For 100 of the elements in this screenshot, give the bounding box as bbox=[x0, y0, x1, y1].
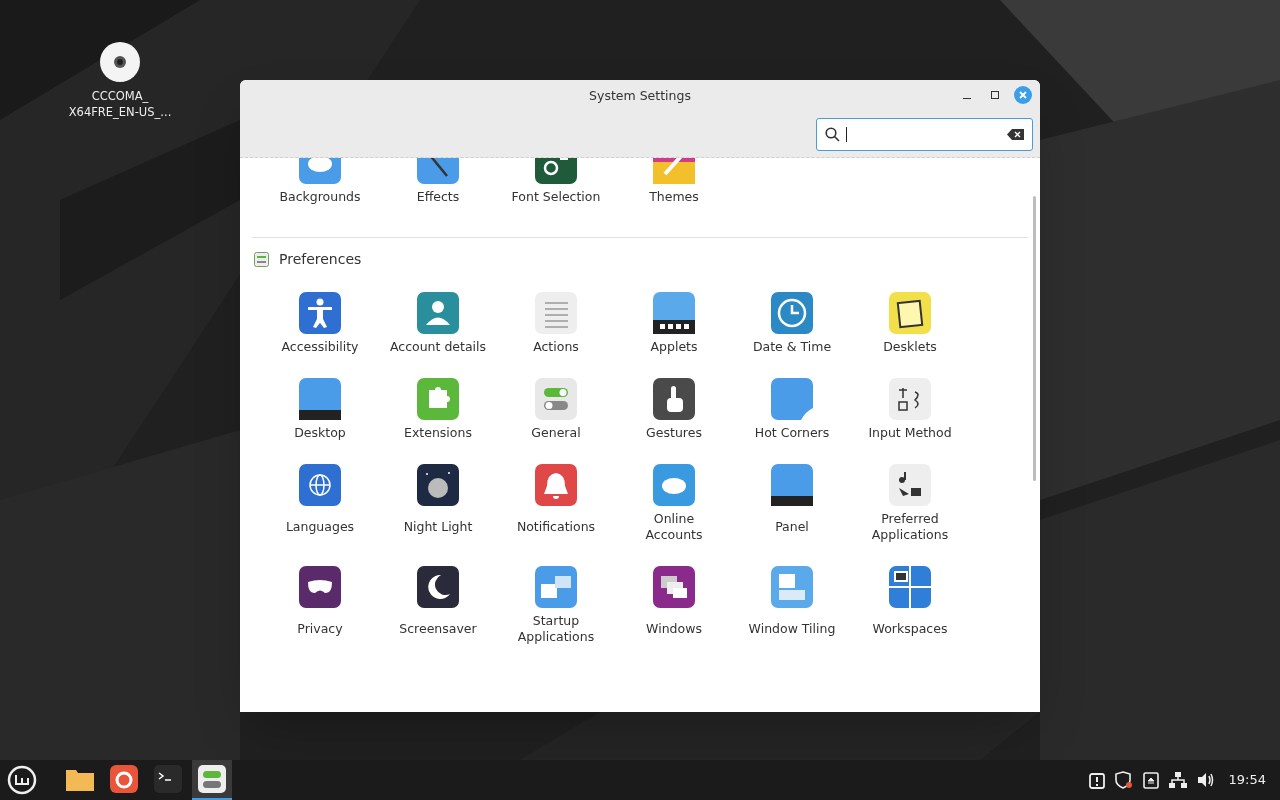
item-label: Account details bbox=[389, 339, 487, 355]
section-title: Preferences bbox=[279, 250, 362, 269]
settings-item[interactable]: Applets bbox=[615, 292, 733, 355]
list-icon bbox=[535, 292, 577, 334]
network-icon[interactable] bbox=[1168, 772, 1187, 788]
settings-item[interactable]: Night Light bbox=[379, 464, 497, 543]
settings-item[interactable]: Screensaver bbox=[379, 566, 497, 645]
user-icon bbox=[417, 292, 459, 334]
item-label: Online Accounts bbox=[645, 511, 703, 543]
settings-item[interactable]: Themes bbox=[615, 158, 733, 205]
clear-icon[interactable] bbox=[1007, 129, 1024, 140]
note-icon bbox=[889, 292, 931, 334]
settings-item[interactable]: Desktop bbox=[261, 378, 379, 441]
corner-icon bbox=[771, 378, 813, 420]
item-label: Extensions bbox=[404, 425, 472, 441]
settings-item[interactable]: Windows bbox=[615, 566, 733, 645]
settings-item[interactable]: Backgrounds bbox=[261, 158, 379, 205]
item-label: Privacy bbox=[297, 621, 343, 637]
terminal-icon bbox=[154, 765, 182, 793]
item-label: General bbox=[531, 425, 581, 441]
settings-item[interactable]: Languages bbox=[261, 464, 379, 543]
settings-item[interactable]: Effects bbox=[379, 158, 497, 205]
item-label: Languages bbox=[285, 519, 355, 535]
browser-icon bbox=[110, 765, 138, 793]
text-cursor bbox=[846, 127, 847, 142]
settings-item[interactable]: Gestures bbox=[615, 378, 733, 441]
volume-icon[interactable] bbox=[1196, 772, 1215, 788]
toggle-icon bbox=[535, 378, 577, 420]
windows-icon bbox=[535, 566, 577, 608]
item-label: Input Method bbox=[868, 425, 952, 441]
settings-item[interactable]: Notifications bbox=[497, 464, 615, 543]
settings-item[interactable]: Online Accounts bbox=[615, 464, 733, 543]
settings-item[interactable]: Font Selection bbox=[497, 158, 615, 205]
wand-icon bbox=[417, 158, 459, 184]
accessibility-icon bbox=[299, 292, 341, 334]
taskbar-app[interactable] bbox=[192, 760, 232, 800]
search-icon bbox=[825, 127, 840, 142]
settings-item[interactable]: Preferred Applications bbox=[851, 464, 969, 543]
item-label: Desklets bbox=[883, 339, 937, 355]
workspaces-icon bbox=[889, 566, 931, 608]
settings-item[interactable]: Privacy bbox=[261, 566, 379, 645]
puzzle-icon bbox=[417, 378, 459, 420]
panel-icon bbox=[771, 464, 813, 506]
item-label: Accessibility bbox=[281, 339, 359, 355]
item-label: Window Tiling bbox=[748, 621, 836, 637]
bell-icon bbox=[535, 464, 577, 506]
desktop-icon bbox=[299, 378, 341, 420]
cloud-icon bbox=[653, 464, 695, 506]
settings-item[interactable]: Panel bbox=[733, 464, 851, 543]
item-label: Applets bbox=[650, 339, 698, 355]
mask-icon bbox=[299, 566, 341, 608]
close-button[interactable] bbox=[1014, 86, 1032, 104]
brush-icon bbox=[653, 158, 695, 184]
item-label: Font Selection bbox=[511, 189, 601, 205]
logo-icon bbox=[7, 765, 37, 795]
settings-item[interactable]: Extensions bbox=[379, 378, 497, 441]
shield-icon[interactable] bbox=[1114, 771, 1133, 789]
item-label: Windows bbox=[646, 621, 702, 637]
settings-item[interactable]: Window Tiling bbox=[733, 566, 851, 645]
settings-item[interactable]: Startup Applications bbox=[497, 566, 615, 645]
item-label: Workspaces bbox=[872, 621, 948, 637]
settings-item[interactable]: Workspaces bbox=[851, 566, 969, 645]
section-icon bbox=[254, 252, 269, 267]
clock[interactable]: 19:54 bbox=[1228, 770, 1266, 790]
media-icon bbox=[889, 464, 931, 506]
item-label: Backgrounds bbox=[279, 189, 361, 205]
disc-icon[interactable] bbox=[100, 42, 140, 82]
item-label: Screensaver bbox=[399, 621, 477, 637]
item-label: Actions bbox=[533, 339, 579, 355]
item-label: Panel bbox=[775, 519, 809, 535]
item-label: Gestures bbox=[646, 425, 702, 441]
item-label: Hot Corners bbox=[754, 425, 830, 441]
item-label: Effects bbox=[416, 189, 460, 205]
desktop-icon-label: CCCOMA_ X64FRE_EN-US_... bbox=[68, 88, 172, 120]
close-icon bbox=[1019, 91, 1027, 99]
tiling-icon bbox=[771, 566, 813, 608]
item-label: Themes bbox=[649, 189, 699, 205]
folder-icon bbox=[66, 767, 94, 791]
moon-icon bbox=[417, 464, 459, 506]
settings-item[interactable]: Actions bbox=[497, 292, 615, 355]
hand-icon bbox=[653, 378, 695, 420]
eject-icon[interactable] bbox=[1142, 771, 1159, 789]
globe-icon bbox=[299, 464, 341, 506]
settings-item[interactable]: Hot Corners bbox=[733, 378, 851, 441]
search-field[interactable] bbox=[816, 118, 1033, 151]
item-label: Desktop bbox=[294, 425, 346, 441]
settings-item[interactable]: Date & Time bbox=[733, 292, 851, 355]
moon-icon bbox=[417, 566, 459, 608]
clock-icon bbox=[771, 292, 813, 334]
settings-item[interactable]: General bbox=[497, 378, 615, 441]
item-label: Notifications bbox=[516, 519, 596, 535]
window-title: System Settings bbox=[589, 86, 691, 105]
settings-item[interactable]: Input Method bbox=[851, 378, 969, 441]
applet-icon bbox=[653, 292, 695, 334]
item-label: Startup Applications bbox=[517, 613, 595, 645]
settings-item[interactable]: Desklets bbox=[851, 292, 969, 355]
settings-item[interactable]: Account details bbox=[379, 292, 497, 355]
item-label: Night Light bbox=[403, 519, 473, 535]
toggle-icon bbox=[198, 765, 226, 793]
settings-item[interactable]: Accessibility bbox=[261, 292, 379, 355]
